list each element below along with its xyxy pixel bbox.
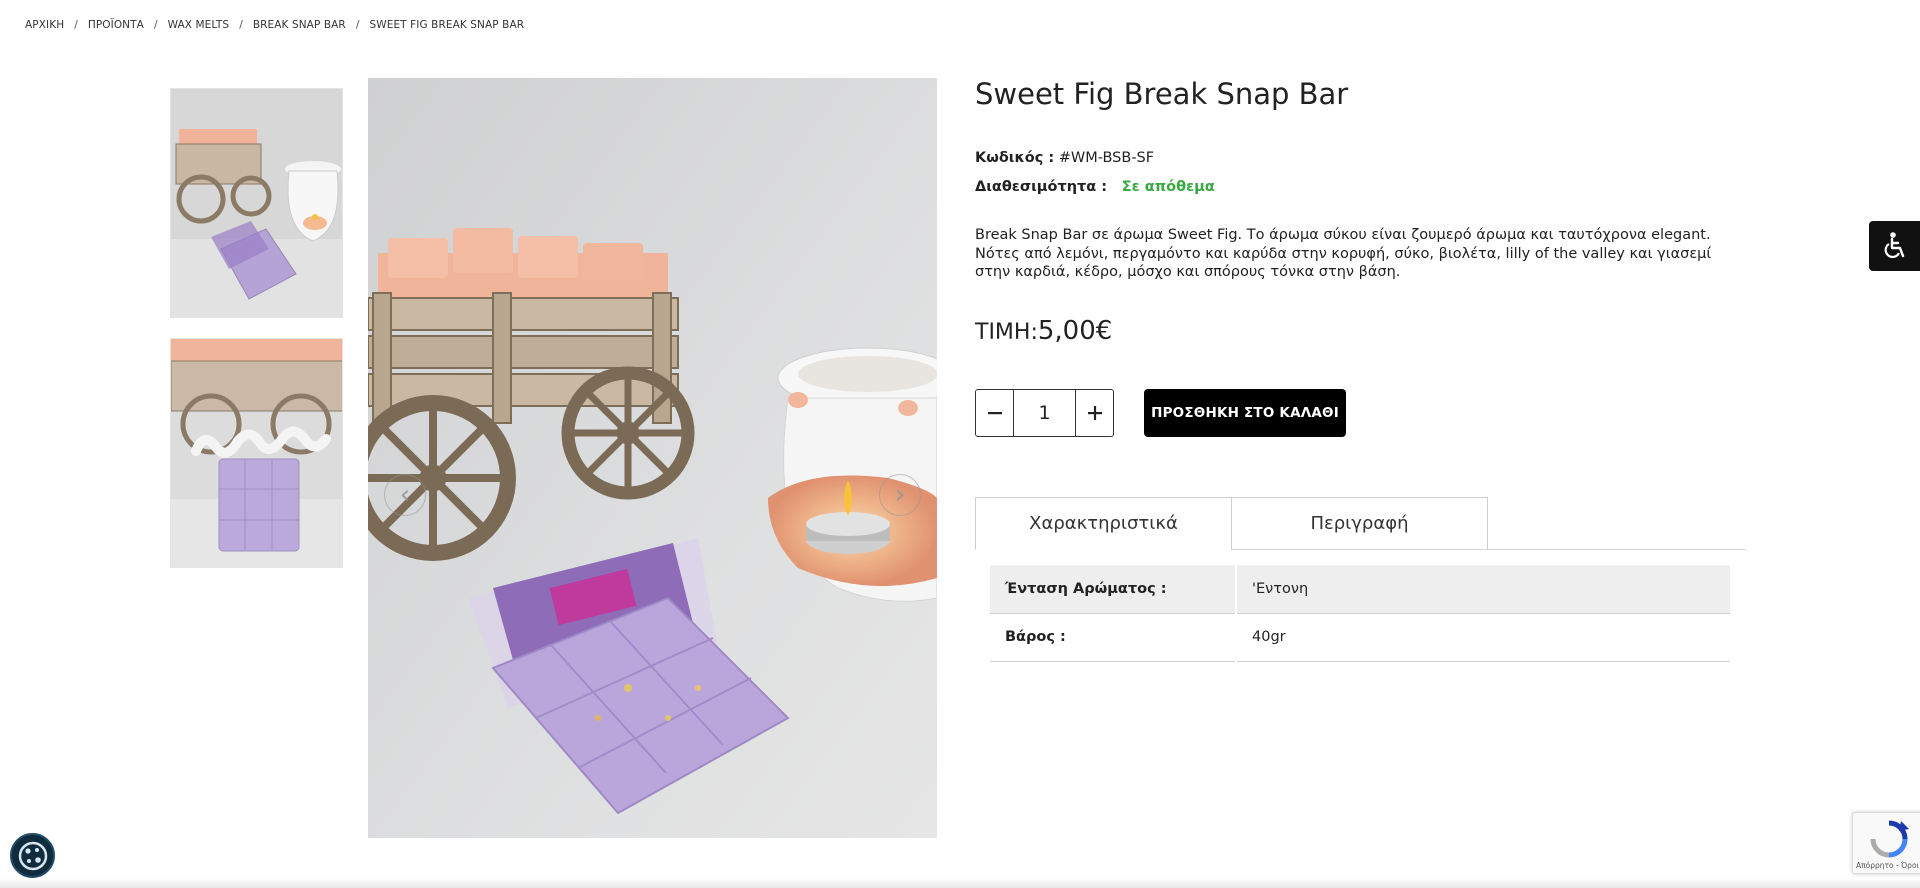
price-label: ΤΙΜΗ: [975,320,1038,345]
table-row: Ένταση Αρώματος : 'Εντονη [990,565,1730,614]
recaptcha-links[interactable]: Απόρρητο - Όροι [1856,861,1919,870]
product-code-label: Κωδικός : [975,150,1055,166]
product-code-value: #WM-BSB-SF [1058,150,1155,166]
product-thumbnail-2[interactable] [170,338,343,568]
price-value: 5,00€ [1037,316,1113,346]
attribute-label: Ένταση Αρώματος : [990,565,1237,614]
chevron-right-icon: › [894,480,906,510]
accessibility-button[interactable] [1869,221,1920,271]
product-code-row: Κωδικός : #WM-BSB-SF [975,150,1154,166]
product-thumbnail-1[interactable] [170,88,343,318]
breadcrumb-separator: / [239,19,243,31]
quantity-input[interactable] [1014,390,1075,436]
footer-edge [0,878,1920,888]
breadcrumb-separator: / [355,19,360,31]
chevron-left-icon: ‹ [399,480,411,510]
breadcrumb-wax-melts[interactable]: WAX MELTS [168,19,230,31]
availability-status: Σε απόθεμα [1121,179,1215,195]
breadcrumb-home[interactable]: ΑΡΧΙΚΗ [25,19,64,31]
thumbnail-image-sweet-sign [171,339,342,567]
quantity-increase-button[interactable] [1075,390,1113,436]
minus-icon [987,412,1002,415]
plus-icon [1087,406,1102,420]
tab-characteristics[interactable]: Χαρακτηριστικά [975,497,1232,550]
product-price: ΤΙΜΗ:5,00€ [975,316,1112,346]
main-image-cart-burner-wax [368,78,937,838]
gallery-next-button[interactable]: › [879,474,921,516]
product-title: Sweet Fig Break Snap Bar [975,77,1349,111]
attribute-value: 40gr [1236,613,1730,662]
breadcrumb-separator: / [74,19,78,31]
availability-row: Διαθεσιμότητα : Σε απόθεμα [975,179,1215,195]
cookie-icon [18,841,47,870]
breadcrumb-separator: / [153,19,158,31]
tab-description[interactable]: Περιγραφή [1231,497,1488,550]
breadcrumb-products[interactable]: ΠΡΟΪΟΝΤΑ [88,19,144,31]
thumbnail-image-cart-and-burner [171,89,342,317]
table-row: Βάρος : 40gr [990,613,1730,662]
breadcrumb-break-snap-bar[interactable]: BREAK SNAP BAR [253,19,346,31]
breadcrumb: ΑΡΧΙΚΗ / ΠΡΟΪΟΝΤΑ / WAX MELTS / BREAK SNAP BAR… [25,19,524,31]
quantity-decrease-button[interactable] [976,390,1014,436]
gallery-prev-button[interactable]: ‹ [384,474,426,516]
recaptcha-icon [1870,820,1909,858]
attribute-label: Βάρος : [990,613,1237,662]
breadcrumb-current: SWEET FIG BREAK SNAP BAR [369,19,525,31]
availability-label: Διαθεσιμότητα : [975,179,1108,195]
product-description: Break Snap Bar σε άρωμα Sweet Fig. Το άρ… [975,227,1712,280]
wheelchair-icon [1884,232,1904,258]
product-main-image[interactable]: ‹ › [368,78,937,838]
add-to-cart-button[interactable]: ΠΡΟΣΘΗΚΗ ΣΤΟ ΚΑΛΑΘΙ [1144,389,1346,437]
cookie-settings-button[interactable] [10,833,55,878]
attribute-value: 'Εντονη [1236,565,1730,614]
quantity-stepper [975,389,1114,437]
recaptcha-badge[interactable]: Απόρρητο - Όροι [1852,812,1920,874]
attributes-table: Ένταση Αρώματος : 'Εντονη Βάρος : 40gr [990,565,1730,662]
